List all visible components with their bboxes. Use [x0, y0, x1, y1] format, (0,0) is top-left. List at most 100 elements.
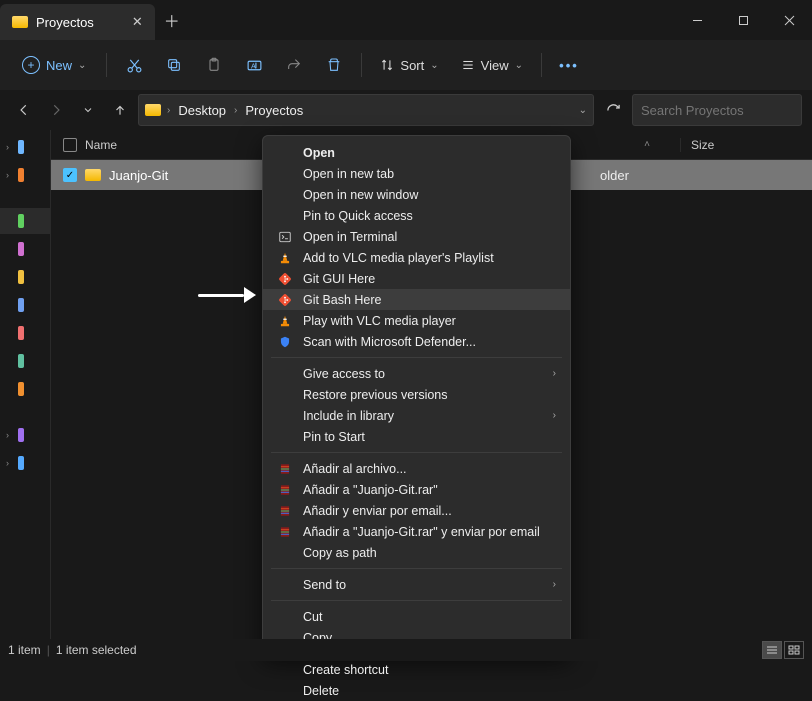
- rail-item[interactable]: ›: [0, 450, 50, 476]
- new-tab-button[interactable]: ＋: [155, 0, 189, 40]
- nav-rail: › › › ›: [0, 130, 50, 639]
- vlc-icon: [277, 313, 293, 329]
- menu-item-label: Open in new tab: [303, 167, 394, 181]
- close-tab-icon[interactable]: ✕: [132, 14, 143, 30]
- search-box[interactable]: ⌕: [632, 94, 802, 126]
- rail-item[interactable]: [0, 264, 50, 290]
- rail-item[interactable]: [0, 208, 50, 234]
- shield-icon: [277, 334, 293, 350]
- folder-icon: [145, 104, 161, 116]
- address-bar[interactable]: › Desktop › Proyectos ⌄: [138, 94, 594, 126]
- menu-item[interactable]: Send to›: [263, 574, 570, 595]
- menu-item[interactable]: Git GUI Here: [263, 268, 570, 289]
- menu-item[interactable]: Include in library›: [263, 405, 570, 426]
- rail-color-icon: [18, 270, 24, 284]
- rail-item[interactable]: ›: [0, 134, 50, 160]
- chevron-right-icon: ›: [553, 368, 556, 379]
- nav-row: › Desktop › Proyectos ⌄ ⌕: [0, 90, 812, 130]
- menu-item[interactable]: Añadir a "Juanjo-Git.rar" y enviar por e…: [263, 521, 570, 542]
- rail-item[interactable]: [0, 292, 50, 318]
- chevron-right-icon: ›: [6, 170, 16, 180]
- breadcrumb-item[interactable]: Proyectos: [241, 101, 307, 120]
- maximize-button[interactable]: [720, 0, 766, 40]
- rail-color-icon: [18, 382, 24, 396]
- row-type: older: [600, 168, 800, 183]
- titlebar: Proyectos ✕ ＋: [0, 0, 812, 40]
- search-input[interactable]: [641, 103, 812, 118]
- menu-item[interactable]: Open in Terminal: [263, 226, 570, 247]
- menu-item[interactable]: Añadir al archivo...: [263, 458, 570, 479]
- chevron-down-icon: ⌄: [78, 60, 86, 71]
- chevron-down-icon[interactable]: ⌄: [579, 105, 587, 116]
- rail-item[interactable]: [0, 348, 50, 374]
- menu-item-label: Añadir al archivo...: [303, 462, 407, 476]
- rail-item[interactable]: [0, 376, 50, 402]
- new-button[interactable]: + New ⌄: [12, 51, 96, 79]
- menu-item-label: Delete: [303, 684, 339, 698]
- rail-item[interactable]: ›: [0, 162, 50, 188]
- menu-item[interactable]: Git Bash Here: [263, 289, 570, 310]
- menu-item[interactable]: Play with VLC media player: [263, 310, 570, 331]
- view-label: View: [481, 58, 509, 73]
- menu-item[interactable]: Open: [263, 142, 570, 163]
- menu-item[interactable]: Añadir a "Juanjo-Git.rar": [263, 479, 570, 500]
- row-checkbox[interactable]: ✓: [63, 168, 77, 182]
- menu-item[interactable]: Copy as path: [263, 542, 570, 563]
- paste-icon[interactable]: [197, 48, 231, 82]
- delete-icon[interactable]: [317, 48, 351, 82]
- share-icon[interactable]: [277, 48, 311, 82]
- view-dropdown[interactable]: View ⌄: [453, 54, 531, 77]
- status-count: 1 item: [8, 643, 41, 657]
- menu-item[interactable]: Open in new tab: [263, 163, 570, 184]
- chevron-right-icon: ›: [232, 105, 239, 116]
- close-window-button[interactable]: [766, 0, 812, 40]
- chevron-down-icon: ⌄: [430, 60, 438, 71]
- col-name[interactable]: Name: [85, 138, 117, 152]
- menu-item[interactable]: Scan with Microsoft Defender...: [263, 331, 570, 352]
- menu-item-label: Cut: [303, 610, 322, 624]
- back-button[interactable]: [10, 96, 38, 124]
- recent-button[interactable]: [74, 96, 102, 124]
- chevron-right-icon: ›: [553, 579, 556, 590]
- menu-item[interactable]: Cut: [263, 606, 570, 627]
- refresh-button[interactable]: [598, 95, 628, 125]
- select-all-checkbox[interactable]: [63, 138, 77, 152]
- dots-icon: •••: [559, 58, 579, 73]
- rename-icon[interactable]: A: [237, 48, 271, 82]
- menu-item[interactable]: Pin to Start: [263, 426, 570, 447]
- menu-item[interactable]: Pin to Quick access: [263, 205, 570, 226]
- window-tab[interactable]: Proyectos ✕: [0, 4, 155, 40]
- minimize-button[interactable]: [674, 0, 720, 40]
- menu-item-label: Git Bash Here: [303, 293, 382, 307]
- rail-item[interactable]: [0, 320, 50, 346]
- sort-dropdown[interactable]: Sort ⌄: [372, 54, 446, 77]
- details-view-button[interactable]: [762, 641, 782, 659]
- col-size[interactable]: Size: [680, 138, 800, 152]
- menu-item-label: Pin to Quick access: [303, 209, 413, 223]
- menu-item-label: Añadir a "Juanjo-Git.rar": [303, 483, 438, 497]
- overflow-button[interactable]: •••: [552, 48, 586, 82]
- menu-item[interactable]: Restore previous versions: [263, 384, 570, 405]
- menu-item[interactable]: Añadir y enviar por email...: [263, 500, 570, 521]
- vlc-icon: [277, 250, 293, 266]
- menu-item[interactable]: Delete: [263, 680, 570, 701]
- rail-item[interactable]: [0, 236, 50, 262]
- copy-icon[interactable]: [157, 48, 191, 82]
- breadcrumb-item[interactable]: Desktop: [174, 101, 230, 120]
- terminal-icon: [277, 229, 293, 245]
- menu-item-label: Añadir y enviar por email...: [303, 504, 452, 518]
- rar-icon: [277, 524, 293, 540]
- forward-button[interactable]: [42, 96, 70, 124]
- rail-item[interactable]: ›: [0, 422, 50, 448]
- sort-label: Sort: [400, 58, 424, 73]
- menu-item[interactable]: Add to VLC media player's Playlist: [263, 247, 570, 268]
- menu-item[interactable]: Create shortcut: [263, 659, 570, 680]
- view-icon: [461, 58, 475, 72]
- cut-icon[interactable]: [117, 48, 151, 82]
- thumbnails-view-button[interactable]: [784, 641, 804, 659]
- menu-item[interactable]: Give access to›: [263, 363, 570, 384]
- chevron-right-icon: ›: [6, 458, 16, 468]
- chevron-right-icon: ›: [6, 142, 16, 152]
- up-button[interactable]: [106, 96, 134, 124]
- menu-item[interactable]: Open in new window: [263, 184, 570, 205]
